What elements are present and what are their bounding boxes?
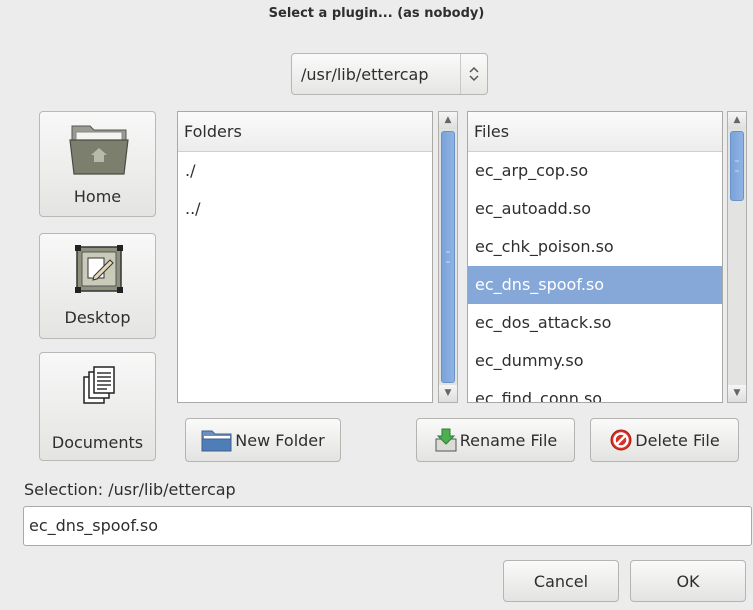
scroll-up-icon[interactable]: ▲ [439, 112, 457, 129]
scroll-down-icon[interactable]: ▼ [728, 385, 746, 402]
documents-icon [83, 366, 115, 404]
selection-label: Selection: /usr/lib/ettercap [24, 480, 236, 499]
place-documents-button[interactable]: Documents [39, 352, 156, 461]
delete-file-label: Delete File [635, 430, 720, 450]
file-item[interactable]: ec_dummy.so [468, 342, 722, 380]
delete-file-button[interactable]: Delete File [590, 418, 739, 462]
window-title: Select a plugin... (as nobody) [268, 6, 485, 21]
delete-icon [610, 429, 632, 451]
selection-field[interactable]: ec_dns_spoof.so [23, 506, 752, 546]
file-item[interactable]: ec_chk_poison.so [468, 228, 722, 266]
path-combo[interactable]: /usr/lib/ettercap [291, 53, 488, 95]
up-down-arrows-icon [460, 54, 487, 94]
folders-scrollbar[interactable]: ▲ ▼ [438, 111, 458, 403]
home-folder-icon [69, 125, 129, 175]
ok-button[interactable]: OK [630, 560, 746, 602]
rename-file-button[interactable]: Rename File [416, 418, 575, 462]
desktop-icon [75, 245, 123, 293]
files-header[interactable]: Files [468, 112, 722, 152]
folders-scroll-thumb[interactable] [441, 131, 455, 383]
cancel-button[interactable]: Cancel [503, 560, 619, 602]
scroll-down-icon[interactable]: ▼ [439, 385, 457, 402]
file-item-selected[interactable]: ec_dns_spoof.so [468, 266, 722, 304]
files-scroll-thumb[interactable] [730, 131, 744, 201]
place-desktop-button[interactable]: Desktop [39, 233, 156, 339]
rename-file-label: Rename File [459, 430, 558, 450]
place-desktop-label: Desktop [64, 308, 131, 327]
files-list: Files ec_arp_cop.so ec_autoadd.so ec_chk… [467, 111, 723, 403]
folder-item[interactable]: ./ [178, 152, 432, 190]
place-documents-label: Documents [51, 433, 144, 452]
file-item[interactable]: ec_arp_cop.so [468, 152, 722, 190]
folders-list: Folders ./ ../ [177, 111, 433, 403]
folders-header[interactable]: Folders [178, 112, 432, 152]
file-item[interactable]: ec_autoadd.so [468, 190, 722, 228]
path-combo-value: /usr/lib/ettercap [301, 64, 429, 84]
file-item[interactable]: ec_dos_attack.so [468, 304, 722, 342]
file-item[interactable]: ec_find_conn.so [468, 380, 722, 402]
new-folder-button[interactable]: New Folder [185, 418, 341, 462]
rename-icon [435, 428, 457, 452]
files-scrollbar[interactable]: ▲ ▼ [727, 111, 747, 403]
new-folder-icon [201, 430, 232, 452]
place-home-button[interactable]: Home [39, 111, 156, 217]
scroll-up-icon[interactable]: ▲ [728, 112, 746, 129]
folder-item[interactable]: ../ [178, 190, 432, 228]
place-home-label: Home [73, 187, 122, 206]
new-folder-label: New Folder [235, 430, 325, 450]
